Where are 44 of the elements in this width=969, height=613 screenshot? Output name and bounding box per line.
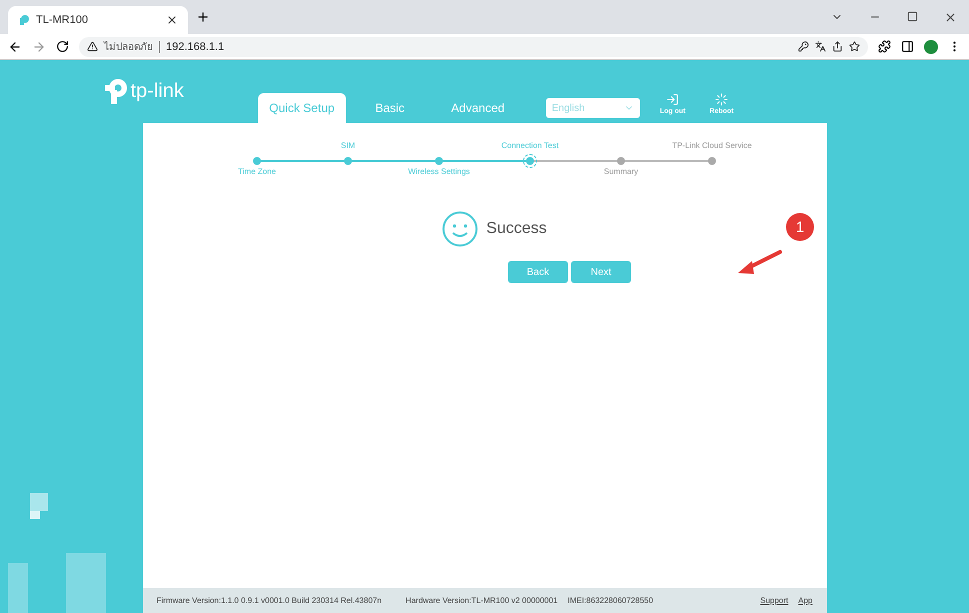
back-button[interactable]: Back — [508, 261, 568, 283]
browser-tab[interactable]: TL-MR100 — [8, 6, 188, 34]
reboot-icon — [715, 93, 728, 106]
step-label: Summary — [604, 167, 638, 178]
logo-icon — [104, 78, 126, 104]
maximize-icon[interactable] — [907, 10, 918, 22]
next-button[interactable]: Next — [571, 261, 631, 283]
forward-icon[interactable] — [32, 40, 46, 54]
nav-tab[interactable]: Basic — [346, 93, 434, 123]
translate-icon[interactable] — [815, 41, 826, 52]
close-icon[interactable] — [944, 10, 957, 24]
star-icon[interactable] — [849, 41, 860, 52]
side-panel-icon[interactable] — [901, 40, 914, 53]
close-icon[interactable] — [166, 14, 178, 26]
support-link[interactable]: Support — [760, 596, 788, 605]
step-label: Wireless Settings — [408, 167, 470, 178]
url-text: 192.168.1.1 — [166, 40, 224, 52]
nav-tab[interactable]: Advanced — [434, 93, 522, 123]
imei-text: IMEI:863228060728550 — [568, 596, 654, 605]
security-label: ไม่ปลอดภัย — [104, 40, 153, 54]
step-label: Time Zone — [238, 167, 276, 178]
smiley-icon — [442, 211, 478, 247]
success-message: Success — [486, 220, 547, 238]
profile-icon[interactable] — [924, 40, 938, 54]
hardware-version: Hardware Version:TL-MR100 v2 00000001 — [406, 596, 558, 605]
address-bar[interactable]: ไม่ปลอดภัย 192.168.1.1 — [79, 36, 868, 56]
nav-tab[interactable]: Quick Setup — [258, 93, 346, 123]
step-label: SIM — [340, 141, 356, 152]
step-label: Connection Test — [501, 141, 559, 152]
pointer-arrow — [736, 249, 784, 275]
puzzle-icon[interactable] — [878, 40, 891, 53]
logout-icon — [666, 93, 680, 106]
new-tab-icon[interactable] — [196, 10, 210, 24]
warning-icon — [87, 41, 98, 52]
logo-text: tp-link — [130, 80, 184, 102]
language-select[interactable]: English — [546, 98, 640, 118]
reload-icon[interactable] — [56, 40, 69, 53]
firmware-version: Firmware Version:1.1.0 0.9.1 v0001.0 Build 230314 Rel.43807n — [156, 596, 382, 605]
key-icon[interactable] — [798, 41, 809, 52]
tab-title: TL-MR100 — [36, 14, 88, 26]
step-label: TP-Link Cloud Service — [672, 141, 752, 152]
app-link[interactable]: App — [798, 596, 812, 605]
back-icon[interactable] — [8, 40, 22, 54]
share-icon[interactable] — [832, 41, 843, 52]
